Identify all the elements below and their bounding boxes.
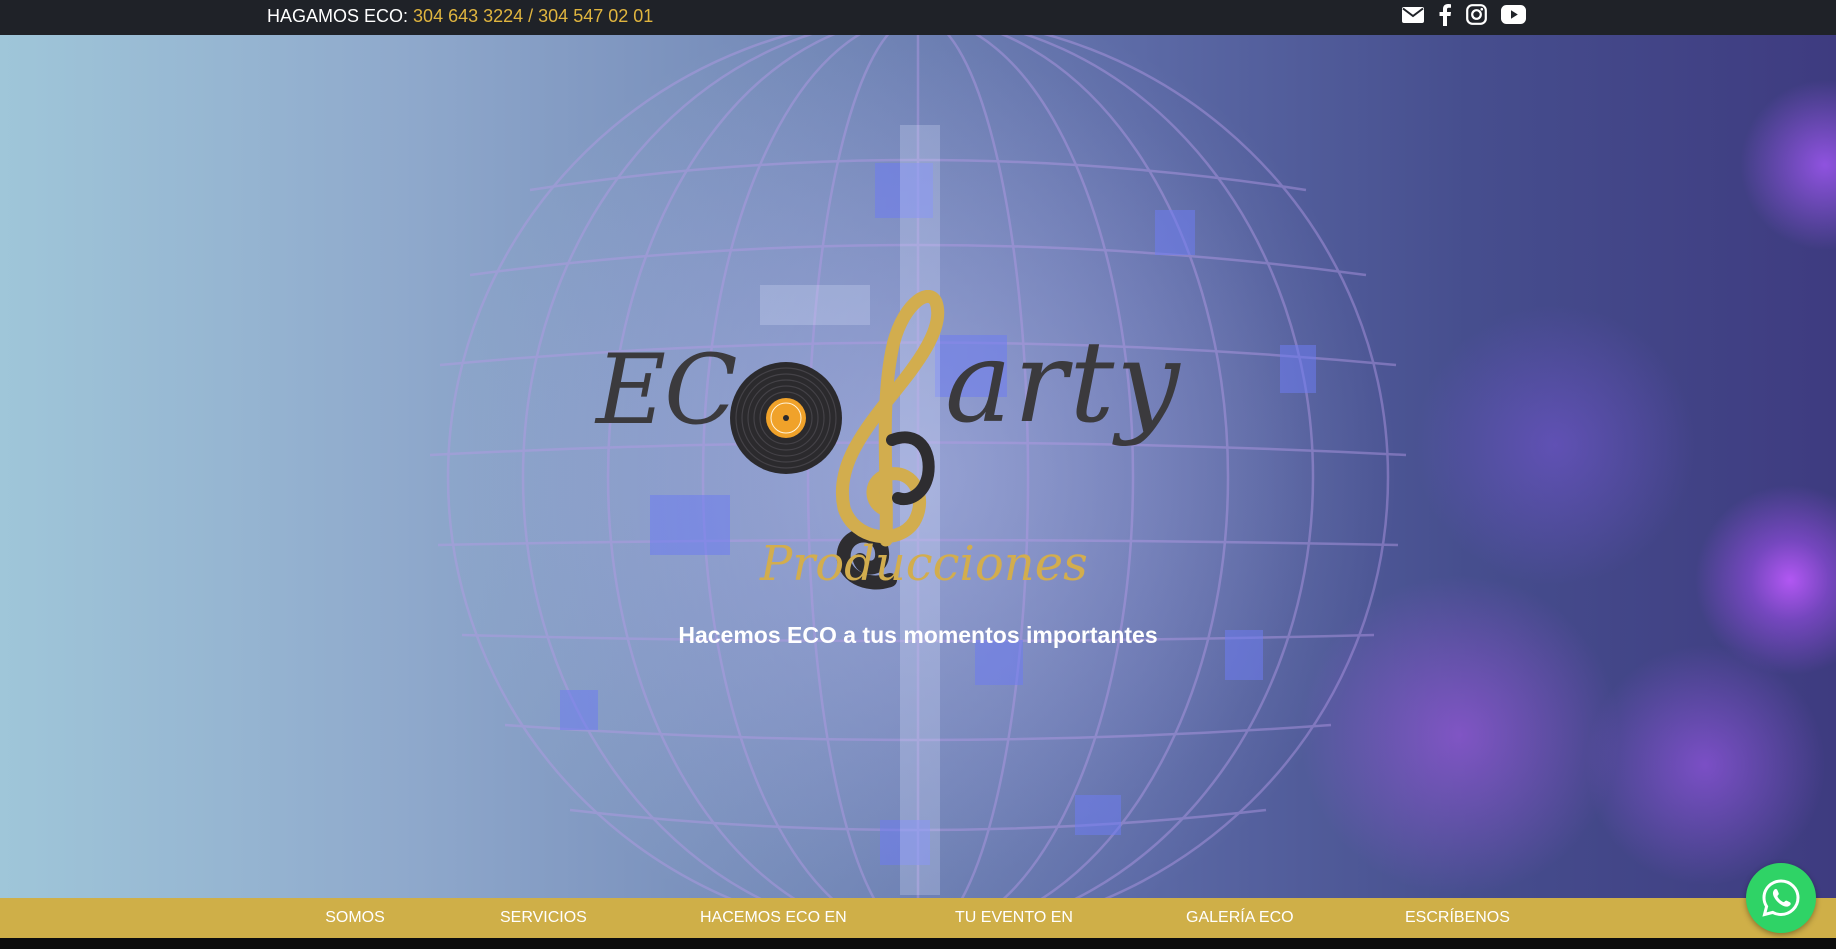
contact-info: HAGAMOS ECO: 304 643 3224 / 304 547 02 0… xyxy=(267,5,653,27)
nav-item-hacemos-eco-en[interactable]: HACEMOS ECO EN xyxy=(700,898,847,938)
nav-item-tu-evento-en[interactable]: TU EVENTO EN xyxy=(955,898,1073,938)
nav-item-somos[interactable]: SOMOS xyxy=(318,898,392,938)
social-links xyxy=(1402,2,1540,32)
youtube-icon[interactable] xyxy=(1501,5,1526,29)
whatsapp-button[interactable] xyxy=(1746,863,1816,933)
nav-item-servicios[interactable]: SERVICIOS xyxy=(500,898,587,938)
logo-word-party: arty xyxy=(945,318,1182,448)
hero-banner: EC arty Producciones Hacemos ECO a tus m… xyxy=(0,35,1836,898)
hero-tagline: Hacemos ECO a tus momentos importantes xyxy=(678,622,1158,648)
envelope-icon[interactable] xyxy=(1402,6,1424,28)
nav-item-escribenos[interactable]: ESCRÍBENOS xyxy=(1405,898,1510,938)
main-navigation: SOMOS SERVICIOS HACEMOS ECO EN TU EVENTO… xyxy=(0,898,1836,938)
top-bar: HAGAMOS ECO: 304 643 3224 / 304 547 02 0… xyxy=(0,0,1836,35)
vinyl-record-icon xyxy=(730,362,842,474)
facebook-icon[interactable] xyxy=(1438,3,1452,31)
page-bottom-edge xyxy=(0,938,1836,949)
logo-word-eco: EC xyxy=(596,334,738,446)
nav-item-galeria-eco[interactable]: GALERÍA ECO xyxy=(1186,898,1294,938)
eco-party-logo: EC arty Producciones xyxy=(590,260,1240,592)
whatsapp-icon xyxy=(1762,879,1800,917)
phone-numbers[interactable]: 304 643 3224 / 304 547 02 01 xyxy=(413,6,653,26)
contact-label: HAGAMOS ECO: xyxy=(267,6,409,26)
logo-subtitle: Producciones xyxy=(760,536,1088,592)
instagram-icon[interactable] xyxy=(1466,4,1487,30)
